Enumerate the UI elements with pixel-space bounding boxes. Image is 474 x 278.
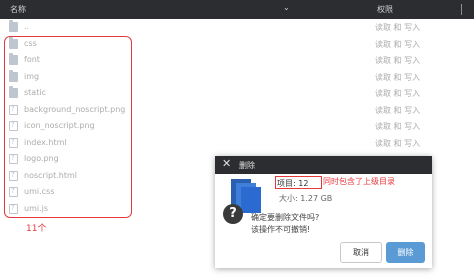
dialog-titlebar: ✕ 删除	[215, 156, 432, 174]
irreversible-warning: 该操作不可撤销!	[251, 225, 311, 234]
parent-directory-note: 同时包含了上级目录	[323, 177, 395, 186]
name-column-header[interactable]: 名称	[10, 4, 26, 15]
question-icon: ?	[223, 204, 243, 224]
annotation-count-label: 11个	[26, 224, 47, 234]
delete-button[interactable]: 删除	[386, 242, 425, 263]
cancel-button[interactable]: 取消	[340, 242, 382, 263]
close-icon[interactable]: ✕	[222, 157, 231, 170]
file-list-header: 名称 ⌄ 权限	[0, 0, 474, 19]
delete-dialog: ✕ 删除 项目: 12 同时包含了上级目录 大小: 1.27 GB ? 确定要删…	[215, 156, 432, 268]
annotation-highlight-box	[4, 36, 132, 218]
confirm-message: 确定要删除文件吗?	[251, 213, 320, 222]
items-count: 项目: 12	[277, 179, 309, 188]
total-size: 大小: 1.27 GB	[279, 194, 333, 203]
column-divider	[461, 4, 462, 15]
permission-column-header[interactable]: 权限	[377, 4, 393, 15]
dialog-title: 删除	[239, 161, 255, 170]
chevron-down-icon[interactable]: ⌄	[283, 3, 290, 12]
